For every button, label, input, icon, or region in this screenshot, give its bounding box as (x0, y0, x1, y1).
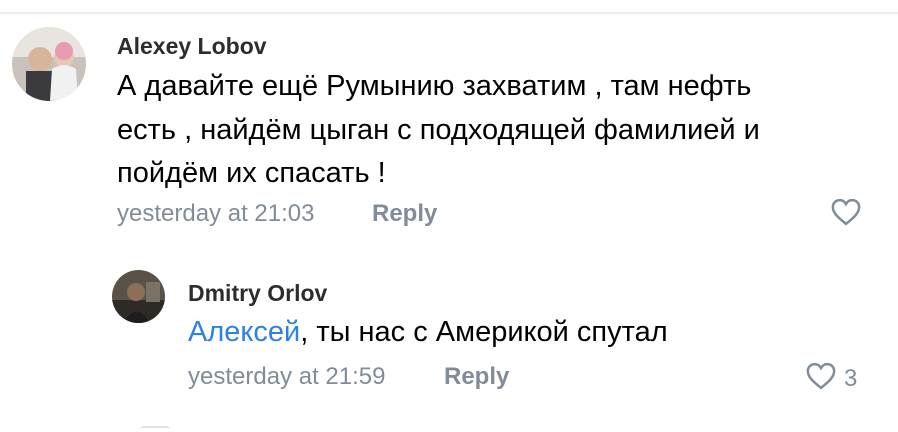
next-comment-edge (140, 426, 170, 432)
comment-text-line: есть , найдём цыган с подходящей фамилие… (117, 114, 760, 146)
heart-outline-icon (806, 362, 836, 395)
author-name[interactable]: Alexey Lobov (117, 33, 267, 60)
like-button[interactable]: 3 (806, 362, 857, 395)
reply-button[interactable]: Reply (372, 200, 437, 228)
avatar[interactable] (112, 270, 165, 323)
avatar-photo (112, 270, 165, 323)
comment-text: Алексей, ты нас с Америкой спутал (188, 316, 668, 349)
comment-timestamp: yesterday at 21:03 (117, 200, 315, 227)
author-name[interactable]: Dmitry Orlov (188, 280, 327, 307)
comment-text-line: пойдём их спасать ! (117, 157, 386, 189)
comment-text-body: , ты нас с Америкой спутал (300, 316, 668, 348)
divider (0, 12, 898, 14)
comment-timestamp: yesterday at 21:59 (188, 363, 386, 390)
reply-button[interactable]: Reply (444, 363, 509, 391)
like-count: 3 (844, 364, 858, 392)
comment-text-line: А давайте ещё Румынию захватим , там неф… (117, 70, 752, 102)
avatar-photo (12, 27, 86, 101)
heart-outline-icon (831, 198, 861, 231)
comments-thread: Alexey Lobov А давайте ещё Румынию захва… (0, 0, 898, 432)
mention-link[interactable]: Алексей (188, 316, 300, 348)
like-button[interactable] (831, 198, 869, 231)
avatar[interactable] (12, 27, 86, 101)
